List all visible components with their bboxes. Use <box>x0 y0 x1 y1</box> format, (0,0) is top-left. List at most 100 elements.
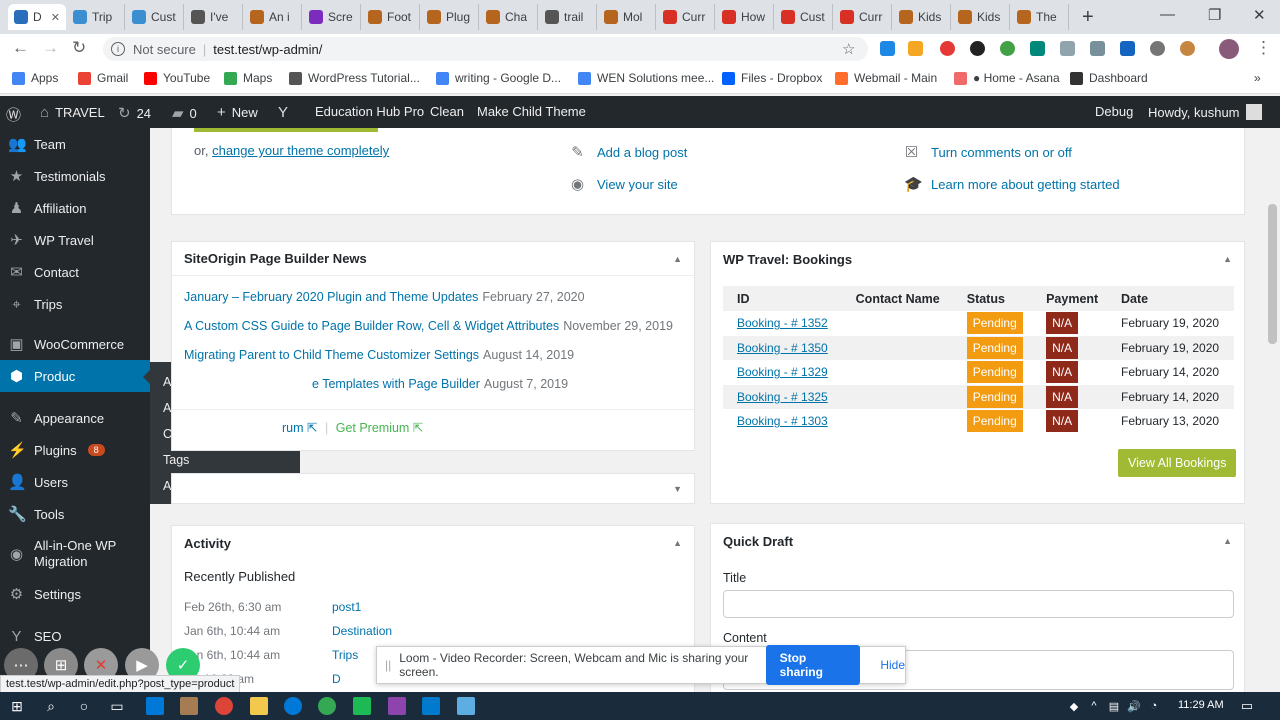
extension-icon[interactable] <box>1000 41 1015 56</box>
app-icon[interactable] <box>318 697 336 715</box>
vscode-icon[interactable] <box>422 697 440 715</box>
profile-avatar[interactable] <box>1219 39 1239 59</box>
browser-tab[interactable]: The <box>1011 4 1069 30</box>
volume-icon[interactable]: 🔊 <box>1125 697 1143 715</box>
title-field[interactable] <box>723 590 1234 618</box>
yoast-icon[interactable]: Y <box>278 104 288 121</box>
sidebar-item-users[interactable]: 👤 Users <box>0 466 150 498</box>
sidebar-item-wp-travel[interactable]: ✈ WP Travel <box>0 224 150 256</box>
extension-icon[interactable] <box>1060 41 1075 56</box>
minimize-button[interactable]: — <box>1160 6 1175 23</box>
page-scrollbar[interactable] <box>1265 128 1280 692</box>
browser-tab[interactable]: Foot <box>362 4 420 30</box>
menu-dots-icon[interactable]: ⋮ <box>1255 38 1272 58</box>
activity-post-link[interactable]: D <box>332 672 341 686</box>
browser-tab[interactable]: Curr <box>657 4 715 30</box>
booking-link[interactable]: Booking - # 1350 <box>737 341 828 355</box>
bookmark-item[interactable]: Webmail - Main <box>835 71 937 85</box>
sidebar-item-contact[interactable]: ✉ Contact <box>0 256 150 288</box>
browser-tab[interactable]: How <box>716 4 774 30</box>
extension-icon[interactable] <box>970 41 985 56</box>
browser-tab[interactable]: Trip <box>67 4 125 30</box>
sidebar-item-produc[interactable]: ⬢ Produc <box>0 360 150 392</box>
add-blog-post-link[interactable]: ✎ Add a blog post <box>570 143 687 161</box>
app-icon[interactable] <box>180 697 198 715</box>
browser-tab[interactable]: Kids <box>893 4 951 30</box>
customize-button[interactable] <box>194 128 378 132</box>
sidebar-item-affiliation[interactable]: ♟ Affiliation <box>0 192 150 224</box>
expand-arrow-icon[interactable]: ▼ <box>673 484 682 494</box>
bookmark-item[interactable]: Gmail <box>78 71 128 85</box>
booking-link[interactable]: Booking - # 1329 <box>737 365 828 379</box>
file-explorer-icon[interactable] <box>250 697 268 715</box>
adminbar-item-clean[interactable]: Clean <box>430 104 464 119</box>
stop-sharing-button[interactable]: Stop sharing <box>765 645 861 685</box>
new-content-link[interactable]: + New <box>217 104 258 121</box>
booking-link[interactable]: Booking - # 1303 <box>737 414 828 428</box>
bookmark-item[interactable]: Files - Dropbox <box>722 71 822 85</box>
notepad-icon[interactable] <box>457 697 475 715</box>
booking-link[interactable]: Booking - # 1325 <box>737 390 828 404</box>
activity-post-link[interactable]: Destination <box>332 624 392 638</box>
sidebar-item-appearance[interactable]: ✎ Appearance <box>0 402 150 434</box>
news-item-link[interactable]: A Custom CSS Guide to Page Builder Row, … <box>184 319 559 333</box>
bookmark-item[interactable]: Apps <box>12 71 58 85</box>
close-window-button[interactable]: ✕ <box>1253 6 1266 24</box>
comments-link[interactable]: ▰ 0 <box>172 104 197 122</box>
booking-link[interactable]: Booking - # 1352 <box>737 316 828 330</box>
task-view-icon[interactable]: ▭ <box>108 697 126 715</box>
app-icon[interactable] <box>353 697 371 715</box>
bookmark-item[interactable]: Dashboard <box>1070 71 1148 85</box>
close-tab-icon[interactable]: ✕ <box>51 11 60 24</box>
extension-icon[interactable] <box>880 41 895 56</box>
windows-start-icon[interactable]: ⊞ <box>8 697 26 715</box>
updates-link[interactable]: ↻ 24 <box>118 104 151 122</box>
extension-icon[interactable] <box>1030 41 1045 56</box>
forward-icon[interactable]: → <box>42 38 59 58</box>
browser-tab[interactable]: D ✕ <box>8 4 66 30</box>
bookmark-item[interactable]: YouTube <box>144 71 210 85</box>
browser-tab[interactable]: Cha <box>480 4 538 30</box>
news-item-link[interactable]: January – February 2020 Plugin and Theme… <box>184 290 478 304</box>
extension-icon[interactable] <box>1090 41 1105 56</box>
drag-handle-icon[interactable]: || <box>385 658 391 672</box>
bookmark-star-icon[interactable]: ☆ <box>842 40 855 58</box>
bookmark-item[interactable]: ● Home - Asana <box>954 71 1060 85</box>
bookmark-item[interactable]: Maps <box>224 71 272 85</box>
collapse-arrow-icon[interactable]: ▲ <box>1223 254 1232 264</box>
sidebar-item-trips[interactable]: ⌖ Trips <box>0 288 150 320</box>
activity-post-link[interactable]: post1 <box>332 600 361 614</box>
scrollbar-thumb[interactable] <box>1268 204 1277 344</box>
clock[interactable]: 11:29 AM <box>1178 699 1224 711</box>
browser-tab[interactable]: Cust <box>775 4 833 30</box>
sidebar-item-woocommerce[interactable]: ▣ WooCommerce <box>0 328 150 360</box>
dropbox-tray-icon[interactable]: ◆ <box>1065 697 1083 715</box>
browser-tab[interactable]: Plug <box>421 4 479 30</box>
wordpress-logo-icon[interactable]: Ⓦ <box>6 104 21 125</box>
tray-chevron-icon[interactable]: ^ <box>1085 697 1103 715</box>
sidebar-item-team[interactable]: 👥 Team <box>0 128 150 160</box>
view-site-link[interactable]: ◉ View your site <box>570 175 678 193</box>
adminbar-item-make-child-theme[interactable]: Make Child Theme <box>477 104 586 119</box>
sidebar-item-plugins[interactable]: ⚡ Plugins 8 <box>0 434 150 466</box>
browser-tab[interactable]: An i <box>244 4 302 30</box>
howdy-user-link[interactable]: Howdy, kushum <box>1148 104 1262 120</box>
debug-link[interactable]: Debug <box>1095 104 1133 119</box>
mail-icon[interactable] <box>146 697 164 715</box>
maximize-button[interactable]: ❐ <box>1208 6 1221 24</box>
collapse-arrow-icon[interactable]: ▲ <box>1223 536 1232 546</box>
chrome-icon[interactable] <box>215 697 233 715</box>
extension-icon[interactable] <box>940 41 955 56</box>
new-tab-button[interactable]: + <box>1082 6 1094 29</box>
browser-tab[interactable]: Curr <box>834 4 892 30</box>
more-bookmarks-icon[interactable]: » <box>1254 71 1261 85</box>
cortana-icon[interactable]: ○ <box>75 697 93 715</box>
news-item-link[interactable]: Migrating Parent to Child Theme Customiz… <box>184 348 479 362</box>
turn-comments-link[interactable]: ☒ Turn comments on or off <box>904 143 1072 161</box>
collapse-arrow-icon[interactable]: ▲ <box>673 538 682 548</box>
network-icon[interactable]: ▤ <box>1105 697 1123 715</box>
extension-icon[interactable] <box>908 41 923 56</box>
site-name-link[interactable]: ⌂ TRAVEL <box>40 104 105 121</box>
activity-post-link[interactable]: Trips <box>332 648 358 662</box>
browser-tab[interactable]: Cust <box>126 4 184 30</box>
